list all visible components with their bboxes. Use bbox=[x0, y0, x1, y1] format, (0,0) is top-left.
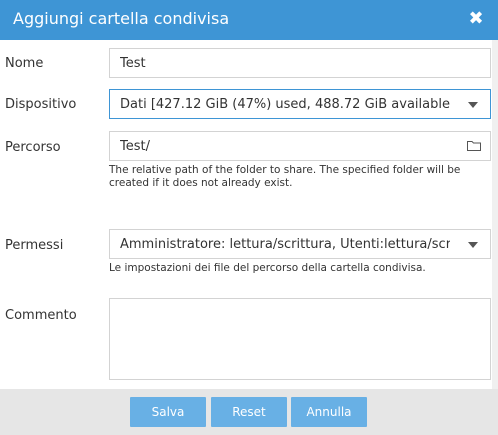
path-input-value: Test/ bbox=[120, 139, 150, 154]
reset-button[interactable]: Reset bbox=[211, 397, 287, 427]
device-select[interactable]: Dati [427.12 GiB (47%) used, 488.72 GiB … bbox=[109, 89, 491, 119]
comment-label: Commento bbox=[5, 308, 77, 323]
dialog-footer: Salva Reset Annulla bbox=[0, 389, 498, 435]
path-help-text: The relative path of the folder to share… bbox=[109, 164, 461, 189]
cancel-button[interactable]: Annulla bbox=[291, 397, 367, 427]
name-input[interactable]: Test bbox=[109, 48, 491, 78]
chevron-down-icon bbox=[468, 242, 478, 248]
dialog-titlebar: Aggiungi cartella condivisa ✖ bbox=[0, 0, 498, 40]
permissions-label: Permessi bbox=[5, 238, 64, 253]
device-label: Dispositivo bbox=[5, 97, 77, 112]
name-input-value: Test bbox=[120, 56, 146, 71]
add-shared-folder-dialog: Aggiungi cartella condivisa ✖ Nome Test … bbox=[0, 0, 498, 435]
chevron-down-icon bbox=[468, 102, 478, 108]
path-label: Percorso bbox=[5, 140, 61, 155]
permissions-select[interactable]: Amministratore: lettura/scrittura, Utent… bbox=[109, 229, 491, 259]
name-label: Nome bbox=[5, 56, 44, 71]
scrollbar[interactable] bbox=[492, 40, 498, 389]
comment-textarea[interactable] bbox=[109, 298, 491, 380]
permissions-select-value: Amministratore: lettura/scrittura, Utent… bbox=[120, 237, 450, 252]
dialog-title: Aggiungi cartella condivisa bbox=[13, 9, 230, 28]
device-select-value: Dati [427.12 GiB (47%) used, 488.72 GiB … bbox=[120, 97, 450, 112]
close-icon[interactable]: ✖ bbox=[468, 9, 484, 29]
save-button[interactable]: Salva bbox=[130, 397, 206, 427]
path-input[interactable]: Test/ bbox=[109, 131, 491, 161]
folder-icon[interactable] bbox=[467, 140, 481, 151]
permissions-help-text: Le impostazioni dei file del percorso de… bbox=[109, 262, 426, 274]
